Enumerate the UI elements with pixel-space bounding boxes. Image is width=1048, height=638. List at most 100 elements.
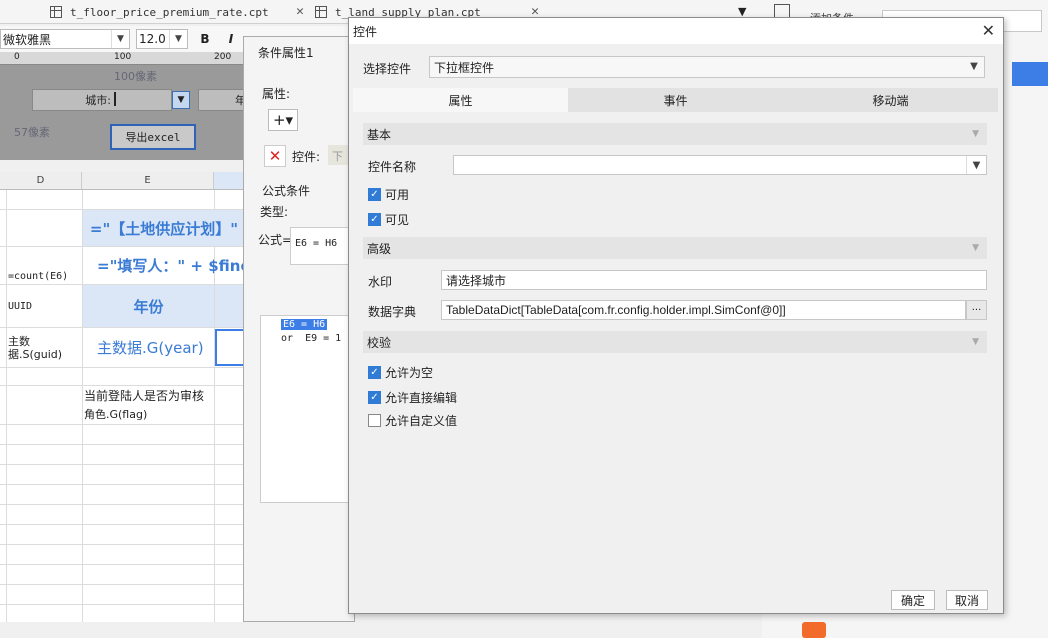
section-basic-label: 基本 [367, 127, 392, 142]
ok-button[interactable]: 确定 [891, 590, 935, 610]
collapse-icon: ▼ [972, 243, 979, 253]
chevron-down-icon: ▼ [111, 30, 129, 48]
grid-line [0, 424, 245, 425]
column-header-f[interactable] [214, 172, 245, 190]
cell-d6[interactable]: 主数据.S(guid) [8, 328, 82, 367]
grid-line [0, 524, 245, 525]
close-icon[interactable]: ✕ [296, 4, 304, 19]
watermark-field[interactable]: 请选择城市 [441, 270, 987, 290]
allow-empty-checkbox[interactable]: ✓ 允许为空 [368, 364, 433, 381]
widget-dialog: 控件 ✕ 选择控件 下拉框控件 ▼ 属性 事件 移动端 基本 ▼ 控件名称 ▼ … [348, 17, 1004, 614]
sogou-ime-icon[interactable] [802, 622, 826, 638]
allow-empty-label: 允许为空 [385, 366, 434, 380]
export-excel-button[interactable]: 导出excel [110, 124, 196, 150]
allow-edit-checkbox[interactable]: ✓ 允许直接编辑 [368, 389, 457, 406]
formula-label: 公式= [258, 233, 293, 247]
checkbox-checked-icon: ✓ [368, 213, 381, 226]
font-size-select[interactable]: 12.0 ▼ [136, 29, 188, 49]
grid-line [0, 544, 245, 545]
data-dictionary-field[interactable]: TableDataDict[TableData[com.fr.config.ho… [441, 300, 966, 320]
grid-file-icon [50, 6, 62, 18]
section-validation-label: 校验 [367, 335, 392, 350]
delete-icon[interactable]: ✕ [264, 145, 286, 167]
cell-d3[interactable]: =count(E6) [8, 268, 82, 284]
tab-attributes[interactable]: 属性 [353, 88, 568, 112]
section-advanced-label: 高级 [367, 241, 392, 256]
grid-line [0, 564, 245, 565]
column-header-d[interactable]: D [0, 172, 82, 190]
selected-cell-f6[interactable] [215, 329, 245, 366]
allow-custom-label: 允许自定义值 [385, 414, 458, 428]
cell-e2[interactable]: ="【土地供应计划】" [83, 210, 245, 246]
allow-edit-label: 允许直接编辑 [385, 391, 458, 405]
column-header-e[interactable]: E [82, 172, 214, 190]
font-family-select[interactable]: 微软雅黑 ▼ [0, 29, 130, 49]
collapse-icon: ▼ [972, 337, 979, 347]
checkbox-checked-icon: ✓ [368, 188, 381, 201]
grid-file-icon [315, 6, 327, 18]
widget-name-label: 控件名称 [368, 160, 417, 174]
type-label: 类型: [260, 205, 289, 219]
dropdown-widget-icon[interactable]: ▼ [172, 91, 190, 109]
ruler-mark: 200 [214, 52, 232, 62]
grid-line [6, 190, 7, 622]
tab-mobile[interactable]: 移动端 [783, 88, 998, 112]
report-grid: D E ="【土地供应计划】" ="填写人：" + $fine =count(E… [0, 172, 245, 622]
checkbox-checked-icon: ✓ [368, 391, 381, 404]
grid-line [0, 444, 245, 445]
cell-f5[interactable] [215, 285, 245, 327]
section-basic[interactable]: 基本 ▼ [363, 123, 987, 145]
year-field[interactable]: 年 [198, 89, 246, 111]
select-widget-label: 选择控件 [363, 62, 412, 76]
allow-custom-checkbox[interactable]: 允许自定义值 [368, 412, 457, 429]
condition-dialog-title: 条件属性1 [258, 46, 314, 60]
watermark-value: 请选择城市 [446, 273, 507, 288]
selected-row[interactable] [1012, 62, 1048, 86]
close-icon[interactable]: ✕ [982, 21, 995, 40]
ruler-mark: 0 [14, 52, 20, 62]
tab-events[interactable]: 事件 [568, 88, 783, 112]
control-label: 控件: [292, 150, 321, 164]
visible-label: 可见 [385, 213, 410, 227]
chevron-down-icon: ▼ [169, 30, 187, 48]
font-size-value: 12.0 [139, 32, 166, 46]
height-pixel-label: 57像素 [14, 126, 50, 139]
visible-checkbox[interactable]: ✓ 可见 [368, 211, 409, 228]
dialog-tabs: 属性 事件 移动端 [353, 88, 998, 112]
city-label: 城市: [85, 94, 111, 107]
condition-item[interactable]: E6 = H6 [281, 319, 328, 330]
data-dictionary-edit-button[interactable]: ··· [966, 300, 987, 320]
widget-type-value: 下拉框控件 [434, 60, 495, 75]
formula-field[interactable]: E6 = H6 [290, 227, 356, 265]
text-cursor [114, 92, 116, 106]
enabled-label: 可用 [385, 188, 410, 202]
italic-button[interactable]: I [222, 30, 240, 48]
cell-e8-line1[interactable]: 当前登陆人是否为审核 [84, 386, 244, 404]
cell-d5[interactable]: UUID [8, 285, 82, 327]
cancel-button[interactable]: 取消 [946, 590, 988, 610]
file-tab-floor-price[interactable]: t_floor_price_premium_rate.cpt ✕ [50, 0, 310, 24]
section-advanced[interactable]: 高级 ▼ [363, 237, 987, 259]
cell-e8-line2[interactable]: 角色.G(flag) [84, 405, 244, 423]
cell-e3[interactable]: ="填写人：" + $fine [83, 247, 245, 284]
watermark-label: 水印 [368, 275, 393, 289]
cell-e5[interactable]: 年份 [83, 285, 214, 327]
condition-list[interactable]: E6 = H6 or E9 = 1 [260, 315, 356, 503]
grid-line [0, 367, 245, 368]
widget-name-field[interactable]: ▼ [453, 155, 987, 175]
city-field[interactable]: 城市: [32, 89, 172, 111]
widget-type-select[interactable]: 下拉框控件 ▼ [429, 56, 985, 78]
cell-e6[interactable]: 主数据.G(year) [83, 328, 214, 367]
condition-attribute-dialog: 条件属性1 属性: +▾ ✕ 控件: 下 公式条件 类型: 公式= E6 = H… [243, 36, 356, 622]
bold-button[interactable]: B [196, 30, 214, 48]
checkbox-checked-icon: ✓ [368, 366, 381, 379]
font-family-value: 微软雅黑 [3, 32, 52, 47]
grid-line [0, 504, 245, 505]
add-attribute-button[interactable]: +▾ [268, 109, 298, 131]
data-dictionary-label: 数据字典 [368, 305, 417, 319]
width-pixel-label: 100像素 [114, 70, 157, 83]
section-validation[interactable]: 校验 ▼ [363, 331, 987, 353]
enabled-checkbox[interactable]: ✓ 可用 [368, 186, 409, 203]
condition-item[interactable]: or E9 = 1 [281, 333, 341, 344]
data-dictionary-value: TableDataDict[TableData[com.fr.config.ho… [446, 303, 786, 317]
